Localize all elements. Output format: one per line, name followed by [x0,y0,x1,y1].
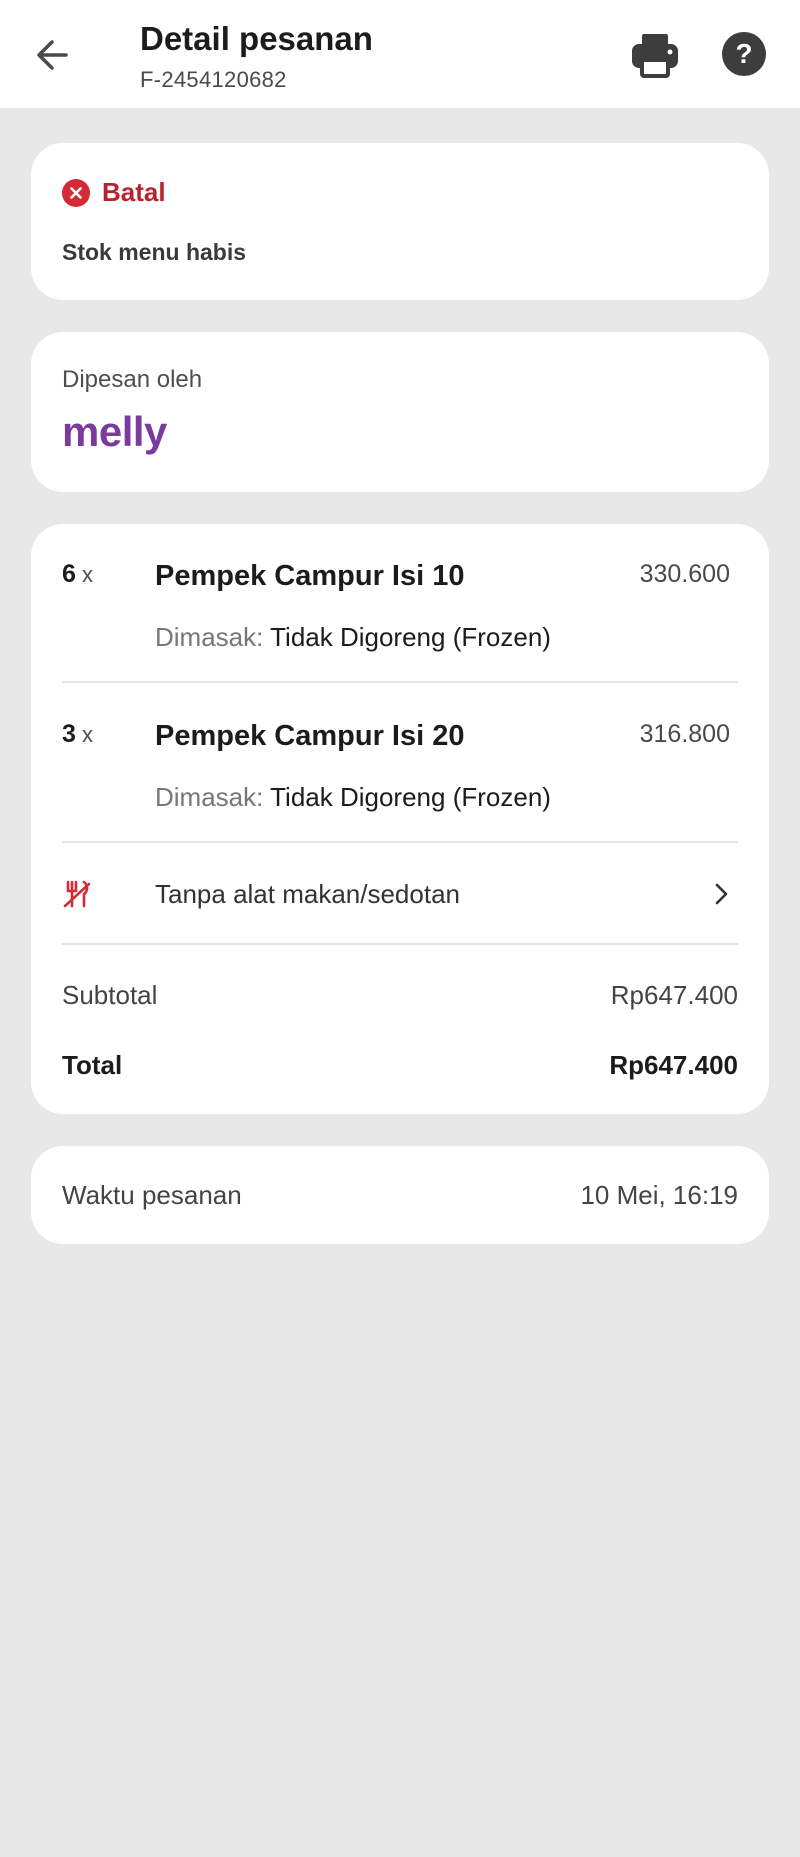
item-quantity-suffix: x [82,722,93,747]
customer-name: melly [62,408,167,455]
no-cutlery-icon [63,880,91,908]
order-time-value: 10 Mei, 16:19 [580,1180,738,1210]
subtotal-label: Subtotal [62,980,158,1010]
chevron-right-icon [715,883,728,905]
item-note-key: Dimasak: [155,782,264,812]
item-quantity-suffix: x [82,562,93,587]
item-name: Pempek Campur Isi 10 [155,560,465,592]
item-quantity: 6 [62,560,76,588]
status-card: Batal Stok menu habis [31,143,769,300]
item-note-value: Tidak Digoreng (Frozen) [270,782,551,812]
cutlery-option[interactable]: Tanpa alat makan/sedotan [62,869,738,919]
subtotal-value: Rp647.400 [610,980,738,1010]
help-button[interactable]: ? [722,32,766,76]
item-note: Dimasak: Tidak Digoreng (Frozen) [155,782,551,813]
arrow-left-icon [37,40,68,70]
item-quantity: 3 [62,720,76,748]
list-item: 3 x Pempek Campur Isi 20 316.800 Dimasak… [62,720,738,830]
order-time-label: Waktu pesanan [62,1180,242,1210]
status-badge: Batal [102,177,166,207]
question-mark-icon: ? [735,38,753,69]
cancel-circle-icon [62,179,90,207]
item-price: 330.600 [639,560,730,588]
item-note-value: Tidak Digoreng (Frozen) [270,622,551,652]
order-items-card: 6 x Pempek Campur Isi 10 330.600 Dimasak… [31,524,769,1114]
total-value: Rp647.400 [609,1050,738,1080]
page-title: Detail pesanan [140,20,373,57]
back-button[interactable] [30,30,80,80]
list-item: 6 x Pempek Campur Isi 10 330.600 Dimasak… [62,560,738,670]
status-reason: Stok menu habis [62,239,247,265]
customer-card: Dipesan oleh melly [31,332,769,492]
divider [62,841,738,843]
ordered-by-label: Dipesan oleh [62,366,203,393]
printer-icon [632,34,678,78]
order-id: F-2454120682 [140,67,287,92]
app-bar: Detail pesanan F-2454120682 ? [0,0,800,108]
print-button[interactable] [628,30,682,80]
order-time-card: Waktu pesanan 10 Mei, 16:19 [31,1146,769,1244]
divider [62,943,738,945]
item-price: 316.800 [639,720,730,748]
item-name: Pempek Campur Isi 20 [155,720,465,752]
divider [62,681,738,683]
cutlery-label: Tanpa alat makan/sedotan [155,879,460,909]
total-label: Total [62,1050,123,1080]
item-note: Dimasak: Tidak Digoreng (Frozen) [155,622,551,653]
item-note-key: Dimasak: [155,622,264,652]
